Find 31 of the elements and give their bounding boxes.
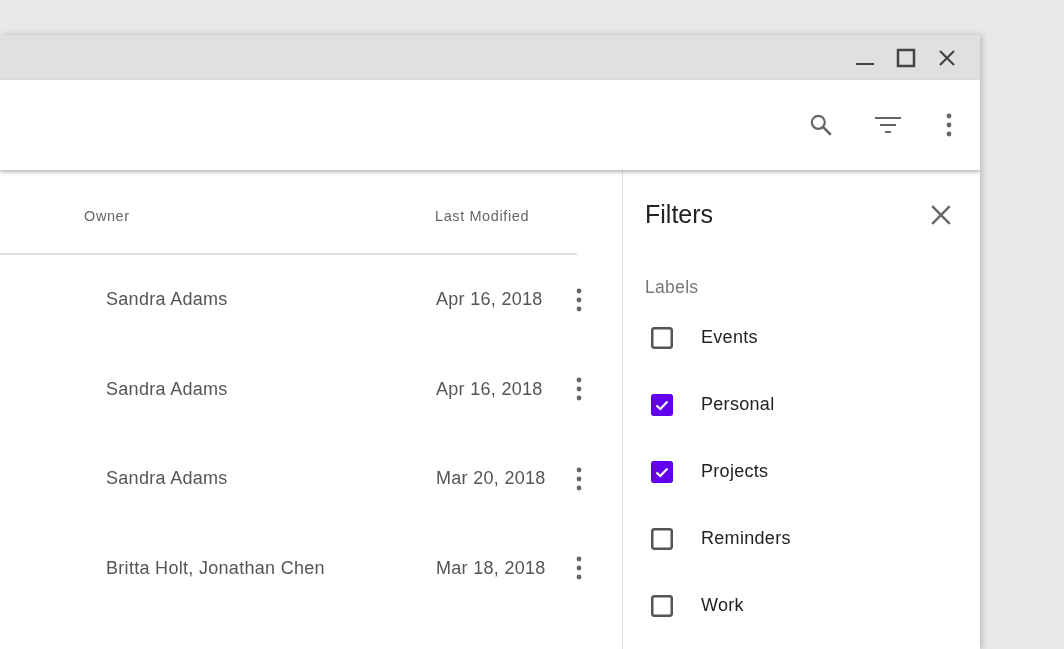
checkbox-label: Work: [701, 594, 744, 618]
section-label: Labels: [645, 276, 700, 299]
column-header[interactable]: Owner: [84, 206, 435, 228]
checkbox-label: Personal: [701, 393, 775, 417]
table-cell-text: Sandra Adams: [106, 377, 229, 401]
table-cell-text: Mar 18, 2018: [436, 556, 547, 580]
more-icon[interactable]: [576, 287, 582, 312]
more-icon[interactable]: [946, 113, 952, 137]
checkbox[interactable]: [651, 393, 673, 416]
more-icon[interactable]: [576, 466, 582, 491]
checkbox[interactable]: [651, 326, 673, 349]
checkbox[interactable]: [651, 460, 673, 483]
search-icon[interactable]: [808, 112, 834, 138]
table-cell-text: Mar 20, 2018: [436, 467, 547, 491]
checkbox[interactable]: [651, 527, 673, 550]
checkbox-label: Events: [701, 326, 758, 350]
column-header[interactable]: Last Modified: [435, 206, 575, 228]
table-cell-text: Apr 16, 2018: [436, 377, 544, 401]
close-icon[interactable]: [930, 204, 952, 226]
close-icon[interactable]: [937, 47, 957, 68]
checkbox-label: Projects: [701, 460, 769, 484]
table-cell-text: Apr 16, 2018: [436, 288, 544, 312]
table-cell-text: Britta Holt, Jonathan Chen: [106, 556, 326, 580]
maximize-icon[interactable]: [896, 47, 916, 68]
checkbox-label: Reminders: [701, 527, 791, 551]
more-icon[interactable]: [576, 377, 582, 402]
more-icon[interactable]: [576, 556, 582, 581]
table-cell-text: Sandra Adams: [106, 288, 229, 312]
table-cell-text: Sandra Adams: [106, 467, 229, 491]
panel-title: Filters: [645, 199, 714, 231]
checkbox[interactable]: [651, 594, 673, 617]
